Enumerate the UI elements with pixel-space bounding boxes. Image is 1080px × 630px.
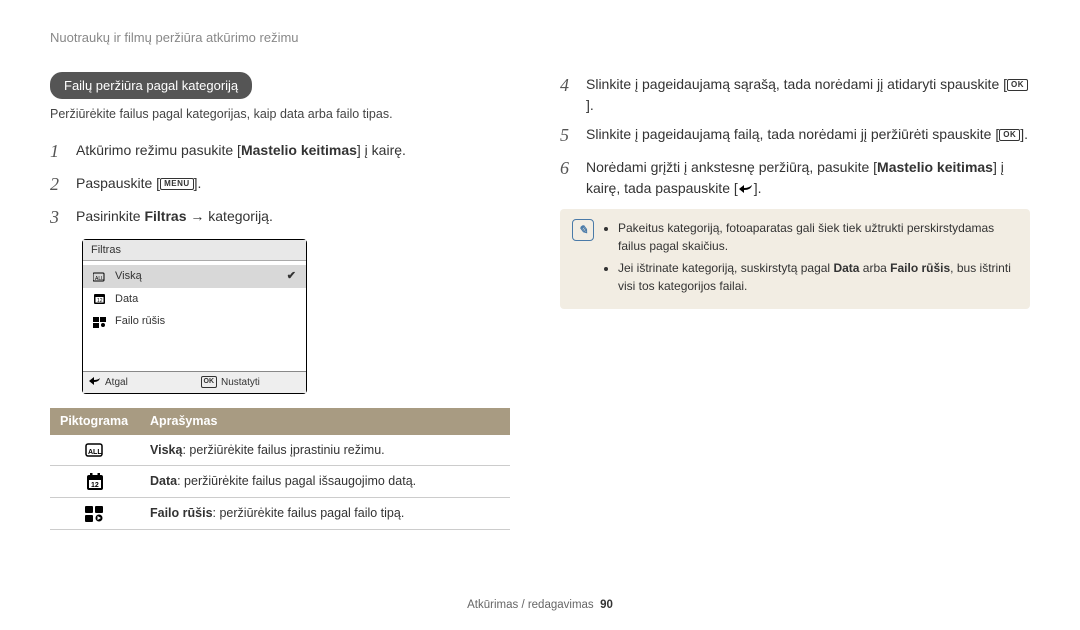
step3-bold: Filtras xyxy=(144,208,186,224)
screenshot-item-label: Viską xyxy=(115,268,142,285)
ok-button-icon: OK xyxy=(999,129,1020,141)
table-row: 12 Data: peržiūrėkite failus pagal išsau… xyxy=(50,466,510,498)
row-icon-date: 12 xyxy=(50,466,140,498)
screenshot-item-label: Failo rūšis xyxy=(115,313,165,330)
table-header-icon: Piktograma xyxy=(50,408,140,435)
table-row: ALL Viską: peržiūrėkite failus įprastini… xyxy=(50,435,510,466)
svg-text:12: 12 xyxy=(91,482,99,489)
step3-text-a: Pasirinkite xyxy=(76,208,144,224)
all-icon: ALL xyxy=(93,271,107,283)
screenshot-item-type: Failo rūšis xyxy=(83,310,306,333)
left-column: Failų peržiūra pagal kategoriją Peržiūrė… xyxy=(50,72,520,530)
svg-text:ALL: ALL xyxy=(88,449,102,456)
right-column: 4 Slinkite į pageidaujamą sąrašą, tada n… xyxy=(560,72,1030,530)
page-header: Nuotraukų ir filmų peržiūra atkūrimo rež… xyxy=(50,28,1030,48)
screenshot-item-all: ALL Viską ✔ xyxy=(83,265,306,288)
svg-text:12: 12 xyxy=(97,298,103,304)
svg-text:ALL: ALL xyxy=(95,276,104,282)
info-box: ✎ Pakeitus kategoriją, fotoaparatas gali… xyxy=(560,209,1030,309)
row-icon-all: ALL xyxy=(50,435,140,466)
step-number-6: 6 xyxy=(560,155,576,182)
step1-bold: Mastelio keitimas xyxy=(241,142,357,158)
step6-text-c: ]. xyxy=(754,180,762,196)
info-icon: ✎ xyxy=(572,219,594,241)
menu-button-icon: MENU xyxy=(160,178,194,190)
step4-text-a: Slinkite į pageidaujamą sąrašą, tada nor… xyxy=(586,76,1007,92)
step-number-1: 1 xyxy=(50,138,66,165)
step5-text-a: Slinkite į pageidaujamą failą, tada norė… xyxy=(586,126,999,142)
info-item-1: Pakeitus kategoriją, fotoaparatas gali š… xyxy=(618,219,1018,255)
step1-text-b: ] į kairę. xyxy=(357,142,406,158)
step2-text-a: Paspauskite [ xyxy=(76,175,160,191)
ok-button-icon: OK xyxy=(1007,79,1028,91)
back-arrow-icon xyxy=(89,375,101,390)
filetype-icon xyxy=(93,316,107,328)
ok-button-icon: OK xyxy=(201,376,218,388)
filter-screenshot: Filtras ALL Viską ✔ 12 Data xyxy=(82,239,307,394)
screenshot-footer-left: Atgal xyxy=(83,372,195,393)
step-number-4: 4 xyxy=(560,72,576,99)
screenshot-item-date: 12 Data xyxy=(83,288,306,311)
page-footer: Atkūrimas / redagavimas 90 xyxy=(0,597,1080,614)
table-row: Failo rūšis: peržiūrėkite failus pagal f… xyxy=(50,498,510,530)
return-arrow-icon xyxy=(738,180,754,196)
step6-text-a: Norėdami grįžti į ankstesnę peržiūrą, pa… xyxy=(586,159,877,175)
step-number-3: 3 xyxy=(50,204,66,231)
step2-text-b: ]. xyxy=(194,175,202,191)
step6-bold: Mastelio keitimas xyxy=(877,159,993,175)
step3-text-b: → kategoriją. xyxy=(186,208,272,224)
check-icon: ✔ xyxy=(287,268,296,285)
screenshot-footer-right: OK Nustatyti xyxy=(195,372,307,393)
step-number-5: 5 xyxy=(560,122,576,149)
icon-description-table: Piktograma Aprašymas ALL Viską: peržiūrė… xyxy=(50,408,510,530)
row-icon-filetype xyxy=(50,498,140,530)
step-number-2: 2 xyxy=(50,171,66,198)
table-header-desc: Aprašymas xyxy=(140,408,510,435)
screenshot-item-label: Data xyxy=(115,291,138,308)
calendar-icon: 12 xyxy=(93,293,107,305)
step4-text-b: ]. xyxy=(586,97,594,113)
screenshot-title: Filtras xyxy=(83,240,306,262)
section-badge: Failų peržiūra pagal kategoriją xyxy=(50,72,252,100)
section-subtext: Peržiūrėkite failus pagal kategorijas, k… xyxy=(50,105,520,124)
step5-text-b: ]. xyxy=(1020,126,1028,142)
info-item-2: Jei ištrinate kategoriją, suskirstytą pa… xyxy=(618,259,1018,295)
step1-text-a: Atkūrimo režimu pasukite [ xyxy=(76,142,241,158)
